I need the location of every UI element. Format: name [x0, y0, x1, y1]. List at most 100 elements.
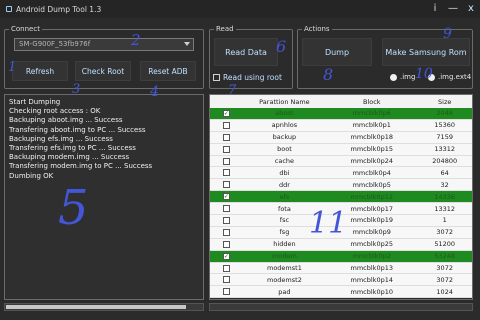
row-checkbox[interactable] [222, 157, 230, 165]
row-checkbox[interactable] [222, 169, 230, 177]
connect-group-label: Connect [9, 24, 42, 34]
row-select-cell [210, 169, 243, 177]
row-checkbox[interactable]: ✓ [222, 252, 230, 260]
row-checkbox[interactable] [222, 133, 230, 141]
read-using-root-label: Read using root [223, 73, 282, 82]
log-scrollbar-thumb[interactable] [6, 305, 186, 309]
row-select-cell [210, 228, 243, 236]
progress-bar [209, 303, 473, 311]
minimize-icon[interactable]: — [448, 2, 458, 16]
row-select-cell [210, 121, 243, 129]
block-cell: mmcblk0p5 [352, 180, 391, 189]
annotation-number: 8 [323, 65, 334, 84]
table-row[interactable]: dbi mmcblk0p4 64 [210, 167, 472, 180]
size-cell: 1024 [436, 287, 453, 296]
table-header-name[interactable]: Parattion Name [243, 98, 326, 106]
row-checkbox[interactable] [222, 264, 230, 272]
table-row[interactable]: ✓ aboot mmcblk0p6 2048 [210, 108, 472, 120]
log-line: Checking root access : OK [9, 107, 101, 116]
size-cell: 3072 [436, 275, 453, 284]
table-row[interactable]: apnhlos mmcblk0p1 15360 [210, 119, 472, 132]
log-panel[interactable]: Start Dumping Checking root access : OK … [4, 94, 204, 300]
device-select[interactable]: SM-G900F_53fb976f [14, 38, 194, 51]
table-row[interactable]: modemst2 mmcblk0p14 3072 [210, 274, 472, 287]
log-line: Backuping aboot.img ... Success [9, 116, 123, 125]
row-checkbox[interactable] [222, 288, 230, 296]
row-select-cell [210, 240, 243, 248]
partition-name-cell: aboot [275, 109, 294, 118]
read-data-button[interactable]: Read Data [214, 38, 278, 66]
info-icon[interactable]: i [430, 2, 440, 16]
img-ext4-radio-label: .img.ext4 [438, 73, 472, 81]
table-row[interactable]: ddr mmcblk0p5 32 [210, 179, 472, 192]
row-checkbox[interactable] [222, 276, 230, 284]
table-row[interactable]: pad mmcblk0p10 1024 [210, 286, 472, 299]
block-cell: mmcblk0p1 [352, 121, 391, 130]
size-cell: 2048 [436, 109, 453, 118]
row-checkbox[interactable] [222, 181, 230, 189]
size-cell: 13312 [434, 145, 456, 154]
close-icon[interactable]: x [466, 2, 476, 16]
row-select-cell: ✓ [210, 193, 243, 201]
partition-name-cell: efs [279, 192, 290, 201]
table-header: Parattion Name Block Size [210, 95, 472, 108]
annotation-number: 11 [309, 206, 348, 241]
row-select-cell: ✓ [210, 109, 243, 117]
partition-name-cell: ddr [278, 180, 290, 189]
annotation-number: 4 [150, 84, 159, 100]
partition-name-cell: modem [272, 252, 297, 261]
log-scrollbar[interactable] [4, 303, 204, 311]
size-cell: 1 [442, 216, 447, 225]
img-radio[interactable] [390, 74, 397, 81]
reset-adb-button[interactable]: Reset ADB [140, 61, 196, 81]
row-checkbox[interactable] [222, 145, 230, 153]
size-cell: 14336 [434, 192, 456, 201]
table-row[interactable]: modemst1 mmcblk0p13 3072 [210, 262, 472, 275]
row-checkbox[interactable] [222, 228, 230, 236]
size-cell: 15360 [434, 121, 456, 130]
log-line: Backuping modem.img ... Success [9, 153, 130, 162]
check-root-button[interactable]: Check Root [75, 61, 131, 81]
partition-name-cell: backup [272, 133, 297, 142]
row-select-cell [210, 205, 243, 213]
size-cell: 3072 [436, 228, 453, 237]
partition-name-cell: boot [277, 145, 292, 154]
block-cell: mmcblk0p24 [350, 157, 393, 165]
dump-button[interactable]: Dump [302, 38, 372, 66]
log-line: Transfering aboot.img to PC ... Success [9, 125, 146, 134]
make-samsung-rom-button[interactable]: Make Samsung Rom [382, 38, 470, 66]
partition-name-cell: dbi [279, 168, 290, 177]
partition-table: Parattion Name Block Size ✓ aboot mmcblk0p… [209, 94, 473, 300]
refresh-button[interactable]: Refresh [12, 61, 68, 81]
row-select-cell [210, 157, 243, 165]
log-line: Backuping efs.img ... Success [9, 134, 113, 143]
table-row[interactable]: boot mmcblk0p15 13312 [210, 143, 472, 156]
block-cell: mmcblk0p15 [350, 145, 393, 154]
annotation-number: 5 [58, 180, 89, 236]
block-cell: mmcblk0p4 [352, 168, 391, 177]
table-row[interactable]: backup mmcblk0p18 7159 [210, 131, 472, 144]
row-checkbox[interactable] [222, 216, 230, 224]
chevron-down-icon[interactable] [184, 42, 190, 46]
partition-name-cell: hidden [273, 240, 296, 249]
table-row[interactable]: cache mmcblk0p24 204800 [210, 155, 472, 168]
row-select-cell [210, 133, 243, 141]
row-checkbox[interactable] [222, 121, 230, 129]
row-checkbox[interactable] [222, 240, 230, 248]
row-checkbox[interactable] [222, 205, 230, 213]
table-header-size[interactable]: Size [417, 98, 472, 106]
row-select-cell [210, 276, 243, 284]
actions-group-label: Actions [302, 24, 332, 34]
block-cell: mmcblk0p10 [350, 287, 393, 296]
size-cell: 64 [440, 168, 449, 177]
img-radio-label: .img [400, 73, 416, 81]
table-header-block[interactable]: Block [326, 98, 417, 106]
table-row[interactable]: ✓ efs mmcblk0p12 14336 [210, 191, 472, 204]
row-checkbox[interactable]: ✓ [222, 109, 230, 117]
table-row[interactable]: ✓ modem mmcblk0p2 53248 [210, 250, 472, 263]
row-checkbox[interactable]: ✓ [222, 193, 230, 201]
size-cell: 51200 [434, 240, 456, 249]
read-group-label: Read [214, 24, 236, 34]
annotation-number: 1 [8, 60, 17, 75]
read-using-root-checkbox[interactable] [213, 74, 220, 81]
